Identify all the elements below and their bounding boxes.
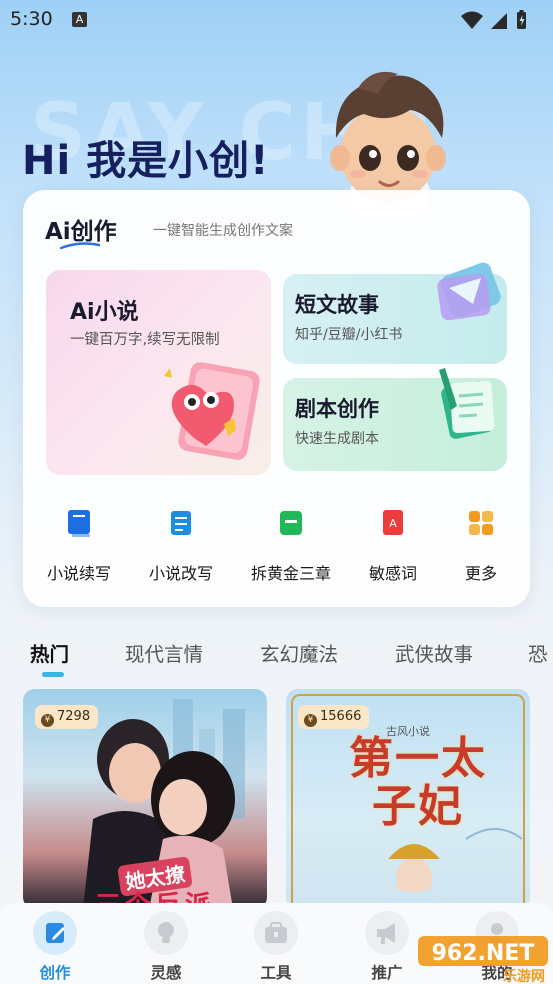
tab-horror[interactable]: 恐 xyxy=(528,638,548,667)
category-tabs: 热门 现代言情 玄幻魔法 武侠故事 恐 xyxy=(0,630,553,680)
tab-hot[interactable]: 热门 xyxy=(30,638,69,667)
book-card[interactable]: ¥7298 她太撩 三个反派 xyxy=(23,689,267,909)
tool-golden-chapters[interactable]: 拆黄金三章 xyxy=(241,508,341,584)
ai-novel-desc: 一键百万字,续写无限制 xyxy=(70,332,220,348)
script-tile[interactable]: 剧本创作 快速生成剧本 xyxy=(283,368,507,471)
lightbulb-icon xyxy=(144,911,188,955)
tool-label: 拆黄金三章 xyxy=(250,564,331,583)
heart-book-icon xyxy=(164,362,260,460)
short-story-tile[interactable]: 短文故事 知乎/豆瓣/小红书 xyxy=(283,262,507,364)
book-green-icon xyxy=(280,511,302,535)
tool-label: 更多 xyxy=(464,564,497,583)
book-count-badge: ¥7298 xyxy=(35,705,99,729)
book-card[interactable]: ¥15666 古风小说 第一太子妃 xyxy=(286,689,530,909)
watermark-main: 962.NET xyxy=(432,941,535,966)
script-desc: 快速生成剧本 xyxy=(295,431,379,447)
coin-icon: ¥ xyxy=(304,714,317,727)
signal-icon xyxy=(491,13,507,29)
nav-item-inspiration[interactable]: 灵感 xyxy=(131,911,201,983)
tab-modern-romance[interactable]: 现代言情 xyxy=(125,638,203,667)
toolbox-icon xyxy=(254,911,298,955)
status-bar: 5:30 A xyxy=(0,0,553,38)
book-red-icon: A xyxy=(383,510,403,535)
card-header: Ai创作 一键智能生成创作文案 xyxy=(45,212,293,250)
book-count: 7298 xyxy=(57,709,91,724)
battery-icon xyxy=(517,10,526,29)
hero-title: Hi 我是小创! xyxy=(22,138,270,184)
nav-label: 推广 xyxy=(371,964,403,982)
book-count-badge: ¥15666 xyxy=(298,705,370,729)
tab-martial-arts[interactable]: 武侠故事 xyxy=(395,638,473,667)
tool-label: 小说续写 xyxy=(46,564,111,583)
notification-icon: A xyxy=(72,12,87,27)
script-title: 剧本创作 xyxy=(295,397,379,421)
brand-underline-icon xyxy=(60,242,100,250)
book-count: 15666 xyxy=(320,709,362,724)
grid-orange-icon xyxy=(469,511,493,535)
tool-label: 敏感词 xyxy=(368,564,417,583)
ai-novel-tile[interactable]: Ai小说 一键百万字,续写无限制 xyxy=(46,270,271,475)
tool-novel-rewrite[interactable]: 小说改写 xyxy=(131,508,231,584)
tool-label: 小说改写 xyxy=(148,564,213,583)
card-subtitle: 一键智能生成创作文案 xyxy=(153,223,293,239)
tool-sensitive-words[interactable]: A 敏感词 xyxy=(343,508,443,584)
ai-novel-title: Ai小说 xyxy=(70,300,139,325)
megaphone-icon xyxy=(365,911,409,955)
nav-label: 工具 xyxy=(260,964,292,982)
site-watermark-logo: 962.NET 乐游网 xyxy=(416,934,550,984)
tab-fantasy-magic[interactable]: 玄幻魔法 xyxy=(260,638,338,667)
nav-item-promote[interactable]: 推广 xyxy=(352,911,422,983)
status-time: 5:30 xyxy=(10,8,53,30)
svg-text:A: A xyxy=(389,517,397,530)
watermark-sub: 乐游网 xyxy=(503,968,545,984)
document-blue-icon xyxy=(171,511,191,535)
book-blue-icon xyxy=(68,510,90,537)
book-cover-title: 第一太子妃 xyxy=(349,733,487,832)
coin-icon: ¥ xyxy=(41,714,54,727)
edit-icon xyxy=(33,911,77,955)
short-story-title: 短文故事 xyxy=(295,293,379,317)
script-pen-icon xyxy=(439,368,495,439)
nav-label: 灵感 xyxy=(150,964,182,982)
nav-label: 创作 xyxy=(39,964,71,982)
wifi-icon xyxy=(461,11,483,29)
nav-item-create[interactable]: 创作 xyxy=(20,911,90,983)
nav-item-tools[interactable]: 工具 xyxy=(241,911,311,983)
tab-indicator xyxy=(42,672,64,677)
ai-creation-card: Ai创作 一键智能生成创作文案 Ai小说 一键百万字,续写无限制 短文故事 知乎… xyxy=(23,190,530,607)
tool-more[interactable]: 更多 xyxy=(431,508,531,584)
short-story-desc: 知乎/豆瓣/小红书 xyxy=(295,327,403,343)
tool-shortcuts: 小说续写 小说改写 拆黄金三章 A 敏感词 更多 xyxy=(23,508,530,588)
paper-plane-card-icon xyxy=(437,262,501,321)
tool-novel-continue[interactable]: 小说续写 xyxy=(29,508,129,584)
system-status-icons xyxy=(459,9,541,35)
